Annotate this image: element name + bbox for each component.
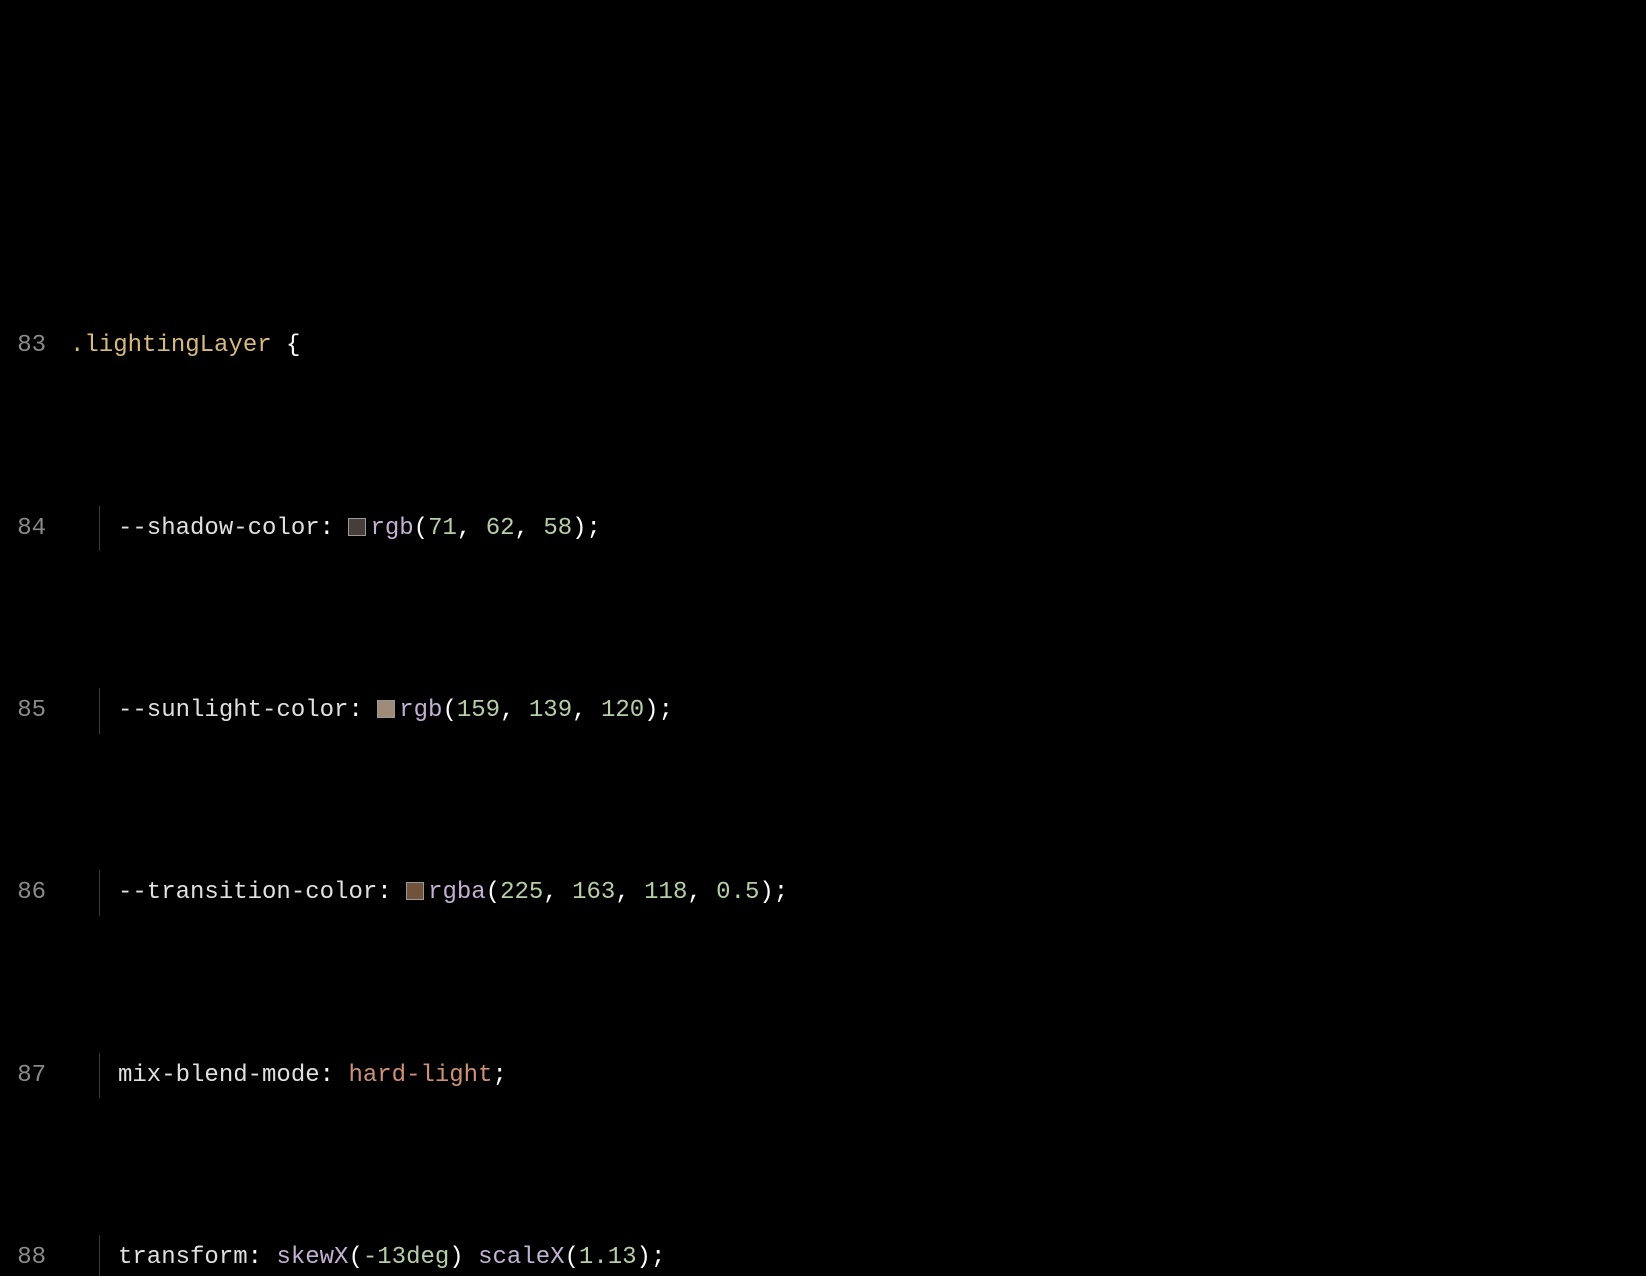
code-editor[interactable]: 83 .lightingLayer { 84 --shadow-color: r… — [0, 186, 1646, 1276]
code-line[interactable]: 88 transform: skewX(-13deg) scaleX(1.13)… — [0, 1235, 1646, 1276]
css-function: rgba — [428, 879, 486, 906]
css-property: transform — [118, 1244, 248, 1271]
line-number: 85 — [0, 688, 70, 734]
color-swatch-icon[interactable] — [377, 700, 395, 718]
code-line[interactable]: 83 .lightingLayer { — [0, 323, 1646, 369]
line-number: 83 — [0, 323, 70, 369]
css-selector: .lightingLayer — [70, 332, 272, 359]
line-number: 87 — [0, 1053, 70, 1099]
css-function: rgb — [399, 697, 442, 724]
css-property: --shadow-color — [118, 515, 320, 542]
code-line[interactable]: 86 --transition-color: rgba(225, 163, 11… — [0, 870, 1646, 916]
color-swatch-icon[interactable] — [406, 882, 424, 900]
css-function: scaleX — [478, 1244, 564, 1271]
code-line[interactable]: 87 mix-blend-mode: hard-light; — [0, 1053, 1646, 1099]
css-property: --sunlight-color — [118, 697, 348, 724]
css-function: skewX — [276, 1244, 348, 1271]
color-swatch-icon[interactable] — [348, 518, 366, 536]
line-number: 84 — [0, 506, 70, 552]
css-value: hard-light — [348, 1062, 492, 1089]
brace-open: { — [272, 332, 301, 359]
css-property: mix-blend-mode — [118, 1062, 320, 1089]
css-function: rgb — [370, 515, 413, 542]
css-property: --transition-color — [118, 879, 377, 906]
code-line[interactable]: 85 --sunlight-color: rgb(159, 139, 120); — [0, 688, 1646, 734]
line-number: 86 — [0, 870, 70, 916]
line-number: 88 — [0, 1235, 70, 1276]
code-line[interactable]: 84 --shadow-color: rgb(71, 62, 58); — [0, 506, 1646, 552]
